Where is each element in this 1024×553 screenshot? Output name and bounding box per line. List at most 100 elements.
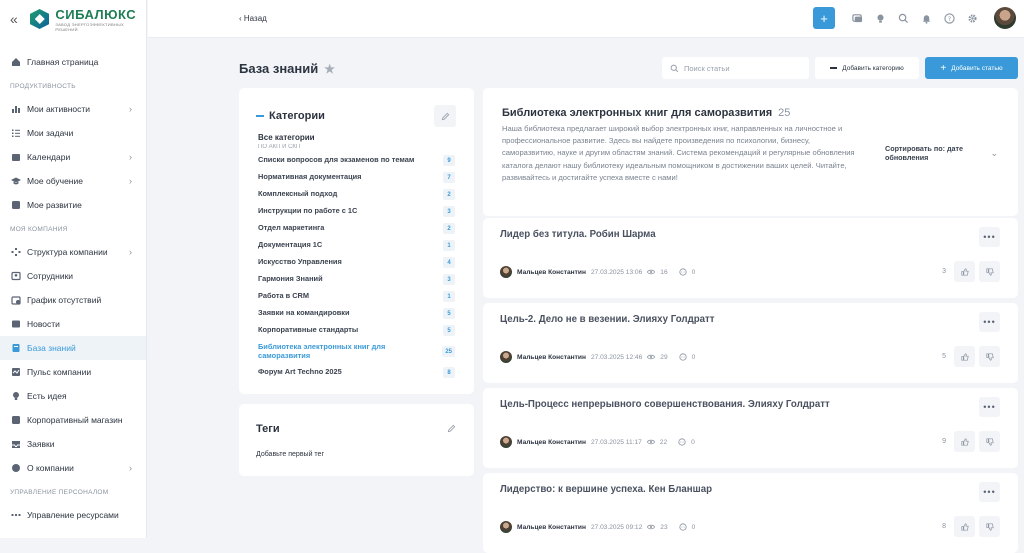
category-name: Библиотека электронных книг для саморазв…: [258, 341, 386, 360]
sidebar-item[interactable]: Корпоративный магазин: [0, 408, 146, 432]
chevron-right-icon[interactable]: ›: [129, 152, 132, 162]
help-icon[interactable]: ?: [944, 12, 955, 24]
more-options-button[interactable]: •••: [979, 312, 1000, 332]
sidebar-item[interactable]: Главная страница: [0, 50, 146, 74]
category-item[interactable]: Комплексный подход 2: [258, 186, 455, 203]
category-item[interactable]: Библиотека электронных книг для саморазв…: [258, 339, 455, 364]
tags-card: Теги Добавьте первый тег: [239, 404, 474, 476]
category-item[interactable]: Работа в CRM 1: [258, 288, 455, 305]
article-card[interactable]: Лидер без титула. Робин Шарма ••• Мальцев …: [483, 218, 1018, 298]
chevron-down-icon[interactable]: ⌄: [990, 148, 998, 159]
sidebar-item-label: Мои активности: [27, 104, 91, 114]
add-category-button[interactable]: Добавить категорию: [815, 57, 919, 79]
thumbs-up-button[interactable]: [954, 261, 975, 282]
article-author[interactable]: Мальцев Константин: [517, 439, 586, 446]
logo-name: СИБАЛЮКС: [55, 6, 137, 22]
sidebar-item[interactable]: Мои активности ›: [0, 97, 146, 121]
article-title[interactable]: Цель-Процесс непрерывного совершенствова…: [500, 399, 830, 410]
sidebar-item[interactable]: График отсутствий: [0, 288, 146, 312]
search-icon[interactable]: [898, 13, 909, 24]
category-all[interactable]: Все категории: [258, 133, 455, 144]
collapse-sidebar-button[interactable]: «: [10, 11, 24, 27]
chevron-right-icon[interactable]: ›: [129, 176, 132, 186]
article-author[interactable]: Мальцев Константин: [517, 354, 586, 361]
article-title[interactable]: Лидерство: к вершине успеха. Кен Бланшар: [500, 484, 712, 495]
user-avatar[interactable]: [994, 7, 1016, 29]
minus-icon[interactable]: [256, 115, 264, 117]
list-icon: [11, 128, 21, 138]
more-options-button[interactable]: •••: [979, 227, 1000, 247]
sidebar-item[interactable]: Есть идея: [0, 384, 146, 408]
sidebar-section-title: ПРОДУКТИВНОСТЬ: [10, 83, 76, 90]
chevron-right-icon[interactable]: ›: [129, 247, 132, 257]
calendar-icon: [11, 152, 21, 162]
sidebar-item[interactable]: Структура компании ›: [0, 240, 146, 264]
gear-icon[interactable]: [967, 13, 978, 24]
sidebar-item[interactable]: Сотрудники: [0, 264, 146, 288]
sidebar-item[interactable]: Управление ресурсами: [0, 503, 146, 527]
article-card[interactable]: Лидерство: к вершине успеха. Кен Бланшар…: [483, 473, 1018, 553]
search-input[interactable]: Поиск статьи: [662, 57, 809, 79]
edit-categories-button[interactable]: [434, 105, 456, 127]
article-author[interactable]: Мальцев Константин: [517, 269, 586, 276]
categories-list: Все категории ПО АКП И СКП Списки вопрос…: [239, 128, 474, 383]
more-options-button[interactable]: •••: [979, 397, 1000, 417]
bulb-icon[interactable]: [875, 13, 886, 24]
sidebar-item[interactable]: Мои задачи: [0, 121, 146, 145]
logo[interactable]: СИБАЛЮКС ЗАВОД ЭНЕРГОЭФФЕКТИВНЫХ РЕШЕНИЙ: [55, 7, 146, 32]
search-icon: [670, 64, 679, 72]
article-comments: 0: [691, 438, 695, 446]
category-header-card: Библиотека электронных книг для саморазв…: [483, 88, 1018, 216]
thumbs-down-button[interactable]: [979, 261, 1000, 282]
article-card[interactable]: Цель-2. Дело не в везении. Элияху Голдра…: [483, 303, 1018, 383]
structure-icon: [11, 247, 21, 257]
category-name: Комплексный подход: [258, 189, 338, 199]
eye-icon: [647, 268, 656, 276]
sort-dropdown[interactable]: Сортировать по: дате обновления: [885, 144, 985, 162]
sidebar-item[interactable]: Календари ›: [0, 145, 146, 169]
category-item[interactable]: Инструкции по работе с 1С 3: [258, 203, 455, 220]
article-votes: 9: [942, 431, 1000, 452]
article-title[interactable]: Цель-2. Дело не в везении. Элияху Голдра…: [500, 314, 715, 325]
more-options-button[interactable]: •••: [979, 482, 1000, 502]
article-card[interactable]: Цель-Процесс непрерывного совершенствова…: [483, 388, 1018, 468]
thumbs-up-button[interactable]: [954, 516, 975, 537]
thumbs-up-button[interactable]: [954, 431, 975, 452]
category-item[interactable]: Форум Art Techno 2025 8: [258, 364, 455, 381]
category-item[interactable]: Отдел маркетинга 2: [258, 220, 455, 237]
category-item[interactable]: Искусство Управления 4: [258, 254, 455, 271]
bell-icon[interactable]: [921, 13, 932, 24]
category-item[interactable]: Гармония Знаний 3: [258, 271, 455, 288]
category-name: Инструкции по работе с 1С: [258, 206, 358, 216]
back-button[interactable]: ‹ Назад: [239, 14, 267, 23]
article-title[interactable]: Лидер без титула. Робин Шарма: [500, 229, 656, 240]
category-item[interactable]: Документация 1С 1: [258, 237, 455, 254]
sidebar: « СИБАЛЮКС ЗАВОД ЭНЕРГОЭФФЕКТИВНЫХ РЕШЕН…: [0, 0, 147, 538]
thumbs-up-button[interactable]: [954, 346, 975, 367]
thumbs-down-button[interactable]: [979, 431, 1000, 452]
quick-add-button[interactable]: +: [813, 7, 835, 29]
sidebar-item[interactable]: Новости: [0, 312, 146, 336]
sidebar-item[interactable]: Пульс компании: [0, 360, 146, 384]
thumbs-down-button[interactable]: [979, 346, 1000, 367]
article-author[interactable]: Мальцев Константин: [517, 524, 586, 531]
category-item[interactable]: Корпоративные стандарты 5: [258, 322, 455, 339]
category-item[interactable]: Списки вопросов для экзаменов по темам 9: [258, 152, 455, 169]
edit-tags-button[interactable]: [447, 420, 456, 438]
chat-icon[interactable]: [852, 13, 863, 24]
sidebar-item[interactable]: Мое обучение ›: [0, 169, 146, 193]
chevron-right-icon[interactable]: ›: [129, 104, 132, 114]
favorite-star-icon[interactable]: ★: [324, 62, 335, 76]
thumbs-down-button[interactable]: [979, 516, 1000, 537]
add-article-button[interactable]: + Добавить статью: [925, 57, 1018, 79]
chevron-right-icon[interactable]: ›: [129, 463, 132, 473]
category-item[interactable]: Нормативная документация 7: [258, 169, 455, 186]
category-item[interactable]: Заявки на командировки 5: [258, 305, 455, 322]
sidebar-item[interactable]: О компании ›: [0, 456, 146, 480]
tags-header: Теги: [239, 404, 474, 438]
sidebar-item[interactable]: База знаний: [0, 336, 146, 360]
sidebar-item[interactable]: Заявки: [0, 432, 146, 456]
sidebar-item[interactable]: Мое развитие: [0, 193, 146, 217]
comment-icon: [679, 353, 687, 361]
article-likes-count: 5: [942, 353, 946, 360]
